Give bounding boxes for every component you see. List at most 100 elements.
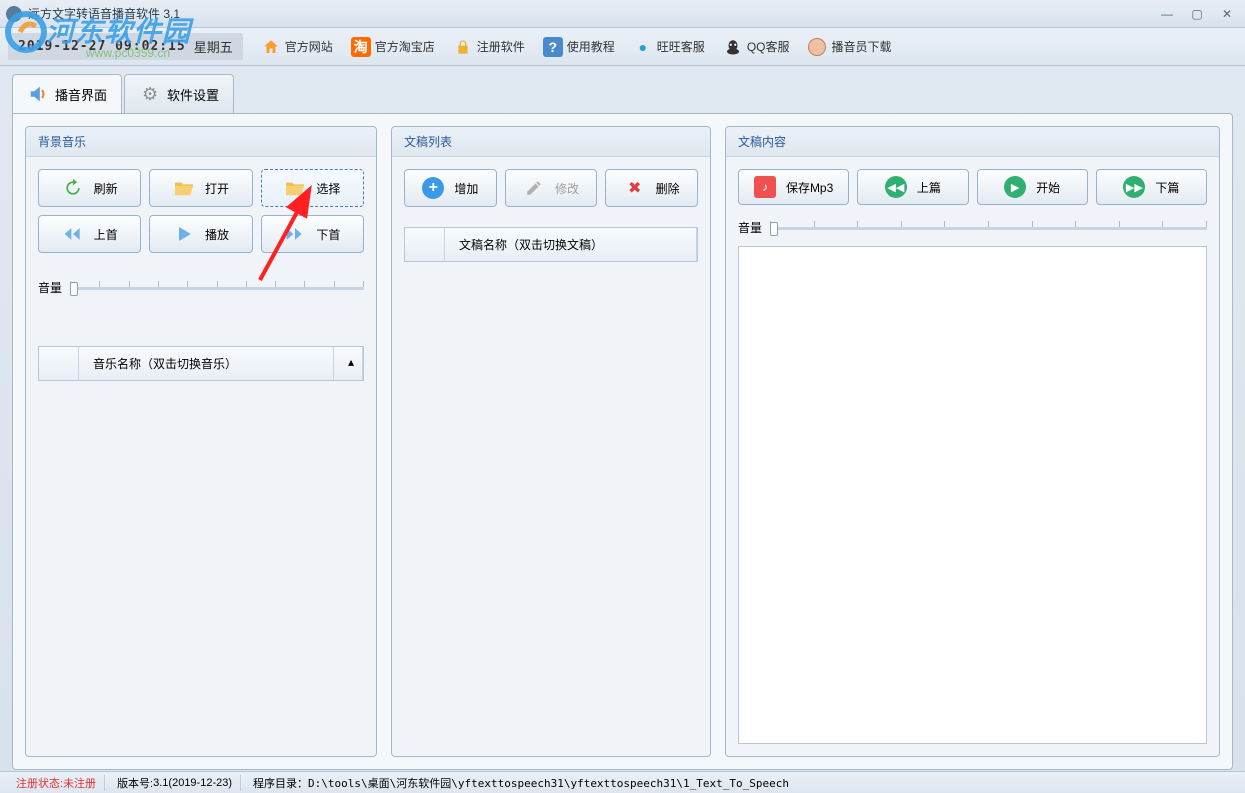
fast-forward-icon: ▶▶ bbox=[1123, 176, 1145, 198]
content-textarea[interactable] bbox=[738, 246, 1207, 744]
help-icon: ? bbox=[543, 37, 563, 57]
open-button[interactable]: 打开 bbox=[149, 169, 252, 207]
app-icon bbox=[6, 6, 22, 22]
status-version: 版本号: 3.1(2019-12-23) bbox=[109, 775, 241, 791]
tutorial-link[interactable]: ? 使用教程 bbox=[543, 37, 615, 57]
refresh-button[interactable]: 刷新 bbox=[38, 169, 141, 207]
bg-volume-row: 音量 bbox=[38, 279, 364, 296]
select-label: 选择 bbox=[316, 180, 340, 197]
datetime-value: 2019-12-27 09:02:15 bbox=[18, 39, 186, 54]
announcer-link[interactable]: 播音员下载 bbox=[807, 37, 891, 57]
panel-bg-music: 背景音乐 刷新 打开 选择 bbox=[25, 126, 377, 757]
music-list-col-sort[interactable]: ▴ bbox=[334, 347, 363, 380]
open-label: 打开 bbox=[205, 180, 229, 197]
doc-list-col-index bbox=[405, 228, 445, 261]
person-icon bbox=[807, 37, 827, 57]
wangwang-label: 旺旺客服 bbox=[657, 38, 705, 55]
taobao-link[interactable]: 淘 官方淘宝店 bbox=[351, 37, 435, 57]
select-button[interactable]: 选择 bbox=[261, 169, 364, 207]
add-label: 增加 bbox=[454, 180, 478, 197]
prev-track-label: 上首 bbox=[94, 226, 118, 243]
status-version-label: 版本号: bbox=[117, 775, 153, 791]
register-link[interactable]: 注册软件 bbox=[453, 37, 525, 57]
prev-doc-button[interactable]: ◀◀ 上篇 bbox=[857, 169, 968, 205]
doc-list-header: 文稿名称（双击切换文稿） bbox=[404, 227, 698, 262]
statusbar: 注册状态: 未注册 版本号: 3.1(2019-12-23) 程序目录： D:\… bbox=[0, 771, 1245, 793]
tabs-header: 播音界面 ⚙ 软件设置 bbox=[12, 74, 1233, 113]
status-path-value: D:\tools\桌面\河东软件园\yftexttospeech31\yftex… bbox=[308, 775, 789, 791]
status-path: 程序目录： D:\tools\桌面\河东软件园\yftexttospeech31… bbox=[245, 775, 797, 791]
delete-label: 删除 bbox=[656, 180, 680, 197]
panel-bg-music-title: 背景音乐 bbox=[26, 127, 376, 157]
main-area: 播音界面 ⚙ 软件设置 背景音乐 刷新 打开 bbox=[0, 66, 1245, 771]
panel-doc-list-title: 文稿列表 bbox=[392, 127, 710, 157]
folder-open-icon bbox=[173, 177, 195, 199]
doc-list-col-name: 文稿名称（双击切换文稿） bbox=[445, 228, 697, 261]
next-doc-label: 下篇 bbox=[1155, 179, 1179, 196]
home-icon bbox=[261, 37, 281, 57]
content-volume-slider[interactable] bbox=[770, 221, 1207, 235]
add-button[interactable]: + 增加 bbox=[404, 169, 497, 207]
rewind-icon: ◀◀ bbox=[885, 176, 907, 198]
content-volume-label: 音量 bbox=[738, 219, 762, 236]
music-list-col-index bbox=[39, 347, 79, 380]
close-button[interactable]: ✕ bbox=[1215, 5, 1239, 23]
status-reg-label: 注册状态: bbox=[16, 775, 63, 791]
save-mp3-label: 保存Mp3 bbox=[786, 179, 833, 196]
wangwang-icon: ● bbox=[633, 37, 653, 57]
pencil-icon bbox=[523, 177, 545, 199]
play-button[interactable]: 播放 bbox=[149, 215, 252, 253]
tab-broadcast[interactable]: 播音界面 bbox=[12, 74, 122, 113]
status-version-value: 3.1(2019-12-23) bbox=[153, 777, 232, 789]
official-site-label: 官方网站 bbox=[285, 38, 333, 55]
start-label: 开始 bbox=[1036, 179, 1060, 196]
music-list-header: 音乐名称（双击切换音乐） ▴ bbox=[38, 346, 364, 381]
prev-doc-label: 上篇 bbox=[917, 179, 941, 196]
edit-button[interactable]: 修改 bbox=[505, 169, 598, 207]
refresh-icon bbox=[62, 177, 84, 199]
bg-volume-label: 音量 bbox=[38, 279, 62, 296]
status-register: 注册状态: 未注册 bbox=[8, 775, 105, 791]
panel-doc-content: 文稿内容 ♪ 保存Mp3 ◀◀ 上篇 ▶ 开始 bbox=[725, 126, 1220, 757]
tab-settings[interactable]: ⚙ 软件设置 bbox=[124, 74, 234, 113]
taobao-label: 官方淘宝店 bbox=[375, 38, 435, 55]
panel-doc-content-title: 文稿内容 bbox=[726, 127, 1219, 157]
announcer-label: 播音员下载 bbox=[831, 38, 891, 55]
plus-icon: + bbox=[422, 177, 444, 199]
lock-icon bbox=[453, 37, 473, 57]
official-site-link[interactable]: 官方网站 bbox=[261, 37, 333, 57]
tab-body: 背景音乐 刷新 打开 选择 bbox=[12, 113, 1233, 770]
next-doc-button[interactable]: ▶▶ 下篇 bbox=[1096, 169, 1207, 205]
music-list-col-name: 音乐名称（双击切换音乐） bbox=[79, 347, 334, 380]
datetime-box: 2019-12-27 09:02:15 星期五 bbox=[8, 33, 243, 60]
folder-select-icon bbox=[284, 177, 306, 199]
tab-settings-label: 软件设置 bbox=[167, 85, 219, 104]
status-reg-value: 未注册 bbox=[63, 775, 96, 791]
qq-icon bbox=[723, 37, 743, 57]
delete-button[interactable]: ✖ 删除 bbox=[605, 169, 698, 207]
weekday: 星期五 bbox=[194, 37, 233, 56]
minimize-button[interactable]: — bbox=[1155, 5, 1179, 23]
speaker-icon bbox=[27, 83, 49, 105]
qq-link[interactable]: QQ客服 bbox=[723, 37, 790, 57]
tutorial-label: 使用教程 bbox=[567, 38, 615, 55]
wangwang-link[interactable]: ● 旺旺客服 bbox=[633, 37, 705, 57]
qq-label: QQ客服 bbox=[747, 38, 790, 55]
start-button[interactable]: ▶ 开始 bbox=[977, 169, 1088, 205]
panel-doc-list: 文稿列表 + 增加 修改 ✖ 删除 bbox=[391, 126, 711, 757]
maximize-button[interactable]: ▢ bbox=[1185, 5, 1209, 23]
bg-volume-slider[interactable] bbox=[70, 281, 364, 295]
status-path-label: 程序目录： bbox=[253, 775, 308, 791]
music-note-icon: ♪ bbox=[754, 176, 776, 198]
play-label: 播放 bbox=[205, 226, 229, 243]
prev-icon bbox=[62, 223, 84, 245]
play-circle-icon: ▶ bbox=[1004, 176, 1026, 198]
tab-broadcast-label: 播音界面 bbox=[55, 85, 107, 104]
prev-track-button[interactable]: 上首 bbox=[38, 215, 141, 253]
save-mp3-button[interactable]: ♪ 保存Mp3 bbox=[738, 169, 849, 205]
refresh-label: 刷新 bbox=[94, 180, 118, 197]
toolbar: 2019-12-27 09:02:15 星期五 官方网站 淘 官方淘宝店 注册软… bbox=[0, 28, 1245, 66]
register-label: 注册软件 bbox=[477, 38, 525, 55]
next-track-button[interactable]: 下首 bbox=[261, 215, 364, 253]
next-icon bbox=[284, 223, 306, 245]
